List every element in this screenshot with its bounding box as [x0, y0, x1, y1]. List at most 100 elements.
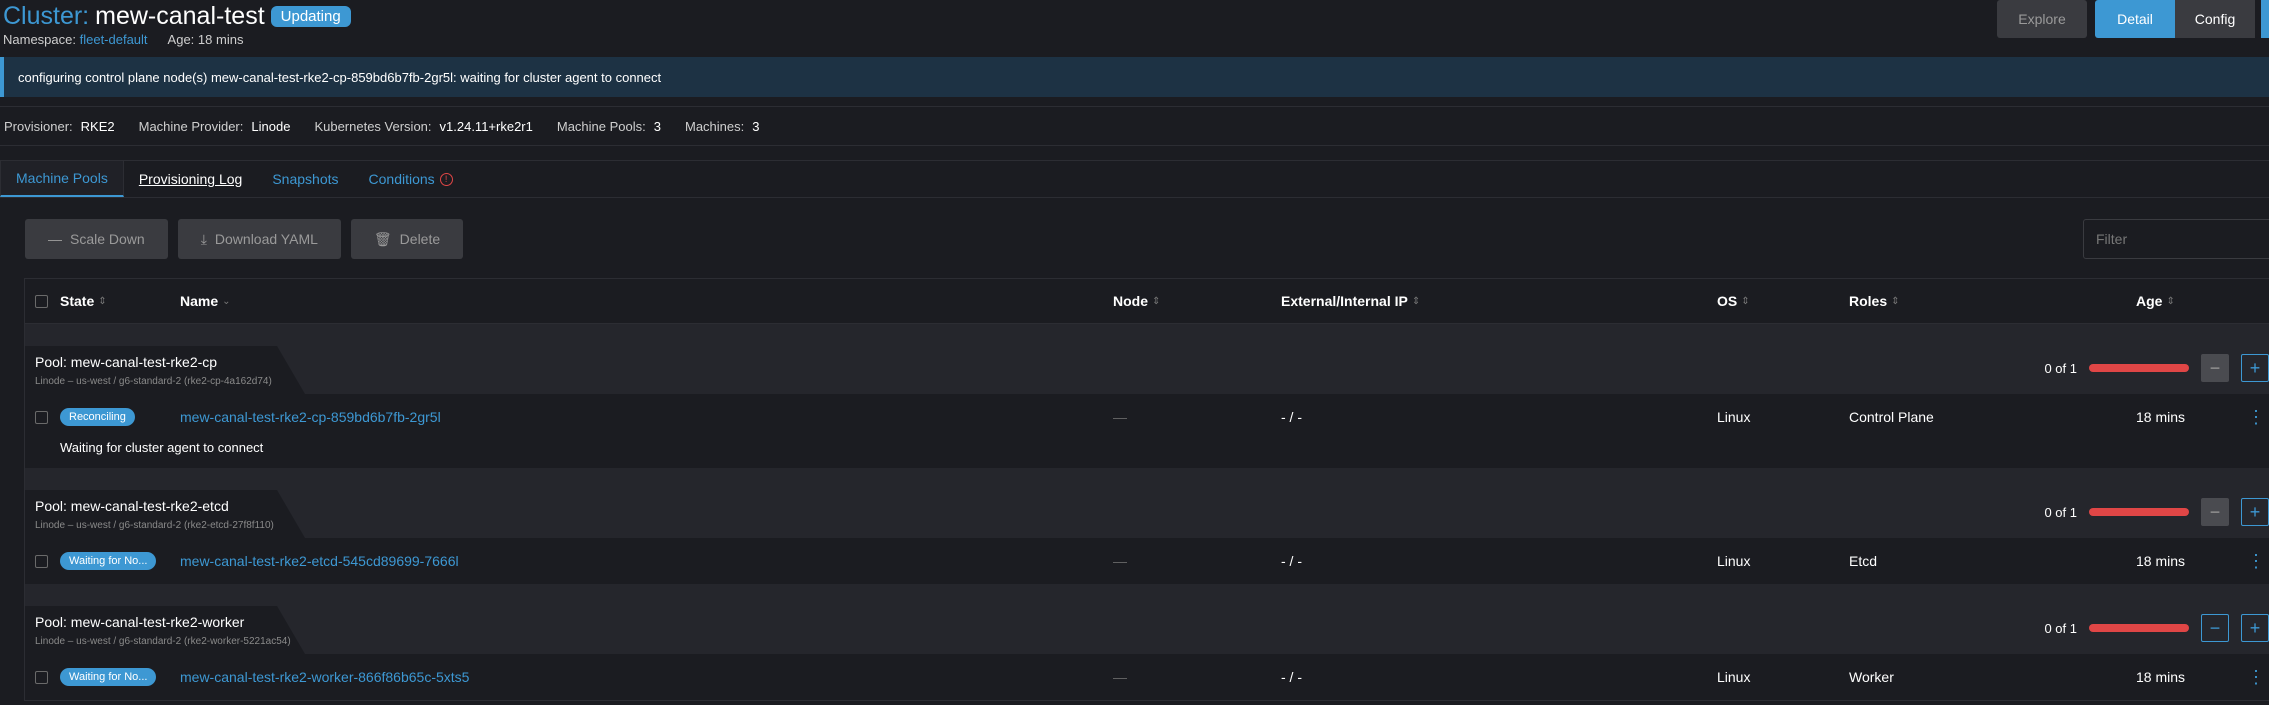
- pool-title: Pool: mew-canal-test-rke2-cp: [35, 354, 218, 370]
- table-row[interactable]: Waiting for No... mew-canal-test-rke2-wo…: [25, 654, 2269, 700]
- pool-subtitle: Linode – us-west / g6-standard-2 (rke2-w…: [35, 636, 291, 647]
- more-actions-icon[interactable]: ⋮: [2247, 654, 2265, 700]
- select-all-checkbox[interactable]: [35, 294, 48, 308]
- age-value: 18 mins: [2136, 553, 2186, 569]
- namespace-label: Namespace:: [3, 32, 76, 47]
- tab-snapshots[interactable]: Snapshots: [257, 161, 353, 197]
- machines-table: State ⇕ Name ⌄ Node ⇕ External/Internal IP ⇕…: [24, 278, 2269, 701]
- bulk-actions: — Scale Down ⤓ Download YAML 🗑 Delete: [25, 219, 464, 259]
- pool-group-header: Pool: mew-canal-test-rke2-worker Linode …: [25, 584, 2269, 654]
- scale-down-button[interactable]: — Scale Down: [25, 219, 168, 259]
- meta-provisioner: Provisioner: RKE2: [4, 118, 115, 134]
- meta-machine-pools: Machine Pools: 3: [556, 118, 661, 134]
- cluster-meta: Provisioner: RKE2 Machine Provider: Linode…: [0, 106, 2269, 146]
- scale-down-pool-button[interactable]: −: [2201, 354, 2229, 382]
- scale-up-pool-button[interactable]: +: [2241, 354, 2269, 382]
- more-actions-icon[interactable]: ⋮: [2247, 394, 2265, 440]
- scale-down-pool-button[interactable]: −: [2201, 498, 2229, 526]
- tab-machine-pools[interactable]: Machine Pools: [0, 161, 124, 197]
- download-yaml-button[interactable]: ⤓ Download YAML: [177, 219, 341, 259]
- scale-up-pool-button[interactable]: +: [2241, 614, 2269, 642]
- pool-scale-controls: 0 of 1 − +: [2044, 614, 2269, 642]
- roles-value: Control Plane: [1849, 409, 1934, 425]
- scale-down-pool-button[interactable]: −: [2201, 614, 2229, 642]
- age-value: 18 mins: [197, 32, 244, 47]
- age-value: 18 mins: [2136, 669, 2186, 685]
- sort-icon: ⇕: [1891, 295, 1900, 307]
- roles-value: Worker: [1849, 669, 1894, 685]
- more-actions-icon[interactable]: ⋮: [2247, 538, 2265, 584]
- pool-count: 0 of 1: [2044, 620, 2077, 636]
- pool-count: 0 of 1: [2044, 504, 2077, 520]
- row-message: Waiting for cluster agent to connect: [25, 440, 2269, 468]
- pool-scale-controls: 0 of 1 − +: [2044, 498, 2269, 526]
- sort-icon: ⇕: [1411, 295, 1421, 307]
- pool-title: Pool: mew-canal-test-rke2-etcd: [35, 498, 229, 514]
- table-header: State ⇕ Name ⌄ Node ⇕ External/Internal IP ⇕…: [25, 279, 2269, 324]
- pool-title: Pool: mew-canal-test-rke2-worker: [35, 614, 245, 630]
- node-value: —: [1113, 409, 1127, 425]
- page-header: Cluster: mew-canal-test Updating: [3, 2, 351, 31]
- explore-button[interactable]: Explore: [1997, 0, 2087, 38]
- status-banner: configuring control plane node(s) mew-ca…: [0, 57, 2269, 97]
- title-prefix: Cluster:: [3, 2, 90, 30]
- ip-value: - / -: [1281, 553, 1302, 569]
- col-ip[interactable]: External/Internal IP ⇕: [1281, 293, 1420, 309]
- download-icon: ⤓: [200, 230, 207, 247]
- sort-icon: ⌄: [222, 295, 231, 307]
- machine-name-link[interactable]: mew-canal-test-rke2-worker-866f86b65c-5x…: [180, 654, 469, 700]
- node-value: —: [1113, 553, 1127, 569]
- row-checkbox[interactable]: [35, 654, 48, 700]
- state-badge: Waiting for No...: [60, 552, 157, 570]
- delete-button[interactable]: 🗑 Delete: [350, 219, 464, 259]
- sort-icon: ⇕: [2166, 295, 2175, 307]
- trash-icon: 🗑: [373, 230, 392, 247]
- status-badge: Updating: [270, 6, 351, 27]
- detail-button[interactable]: Detail: [2095, 0, 2175, 38]
- state-badge: Waiting for No...: [60, 668, 157, 686]
- sort-icon: ⇕: [1152, 295, 1161, 307]
- row-checkbox[interactable]: [35, 538, 48, 584]
- table-row[interactable]: Reconciling mew-canal-test-rke2-cp-859bd…: [25, 394, 2269, 440]
- namespace-link[interactable]: fleet-default: [80, 32, 148, 47]
- minus-icon: —: [48, 231, 62, 247]
- os-value: Linux: [1717, 553, 1751, 569]
- tab-conditions[interactable]: Conditions!: [354, 161, 468, 197]
- pool-count: 0 of 1: [2044, 360, 2077, 376]
- sort-icon: ⇕: [1741, 295, 1750, 307]
- col-os[interactable]: OS ⇕: [1717, 293, 1750, 309]
- state-badge: Reconciling: [60, 408, 135, 426]
- col-age[interactable]: Age ⇕: [2136, 293, 2175, 309]
- col-state[interactable]: State ⇕: [60, 293, 107, 309]
- tab-provisioning-log[interactable]: Provisioning Log: [124, 161, 258, 197]
- pool-scale-controls: 0 of 1 − +: [2044, 354, 2269, 382]
- roles-value: Etcd: [1849, 553, 1878, 569]
- col-roles[interactable]: Roles ⇕: [1849, 293, 1900, 309]
- pool-group-header: Pool: mew-canal-test-rke2-cp Linode – us…: [25, 324, 2269, 394]
- age-value: 18 mins: [2136, 409, 2186, 425]
- filter-input[interactable]: Filter: [2083, 219, 2269, 259]
- config-button[interactable]: Config: [2175, 0, 2255, 38]
- menu-edge-button[interactable]: [2261, 0, 2269, 38]
- meta-kubernetes-version: Kubernetes Version: v1.24.11+rke2r1: [314, 118, 533, 134]
- ip-value: - / -: [1281, 669, 1302, 685]
- machine-name-link[interactable]: mew-canal-test-rke2-etcd-545cd89699-7666…: [180, 538, 459, 584]
- pool-label: Pool: mew-canal-test-rke2-worker Linode …: [25, 606, 305, 654]
- col-node[interactable]: Node ⇕: [1113, 293, 1160, 309]
- meta-machine-provider: Machine Provider: Linode: [138, 118, 291, 134]
- scale-up-pool-button[interactable]: +: [2241, 498, 2269, 526]
- machine-name-link[interactable]: mew-canal-test-rke2-cp-859bd6b7fb-2gr5l: [180, 394, 441, 440]
- os-value: Linux: [1717, 409, 1751, 425]
- pool-subtitle: Linode – us-west / g6-standard-2 (rke2-c…: [35, 376, 272, 387]
- table-row[interactable]: Waiting for No... mew-canal-test-rke2-et…: [25, 538, 2269, 584]
- ip-value: - / -: [1281, 409, 1302, 425]
- row-checkbox[interactable]: [35, 394, 48, 440]
- col-name[interactable]: Name ⌄: [180, 293, 231, 309]
- pool-group-header: Pool: mew-canal-test-rke2-etcd Linode – …: [25, 468, 2269, 538]
- pool-subtitle: Linode – us-west / g6-standard-2 (rke2-e…: [35, 520, 274, 531]
- header-subinfo: Namespace: fleet-default Age: 18 mins: [3, 32, 243, 47]
- tab-conditions-label: Conditions: [368, 171, 435, 187]
- pool-label: Pool: mew-canal-test-rke2-etcd Linode – …: [25, 490, 305, 538]
- pool-progress-bar: [2089, 364, 2189, 372]
- tab-bar: Machine Pools Provisioning Log Snapshots…: [0, 160, 2269, 198]
